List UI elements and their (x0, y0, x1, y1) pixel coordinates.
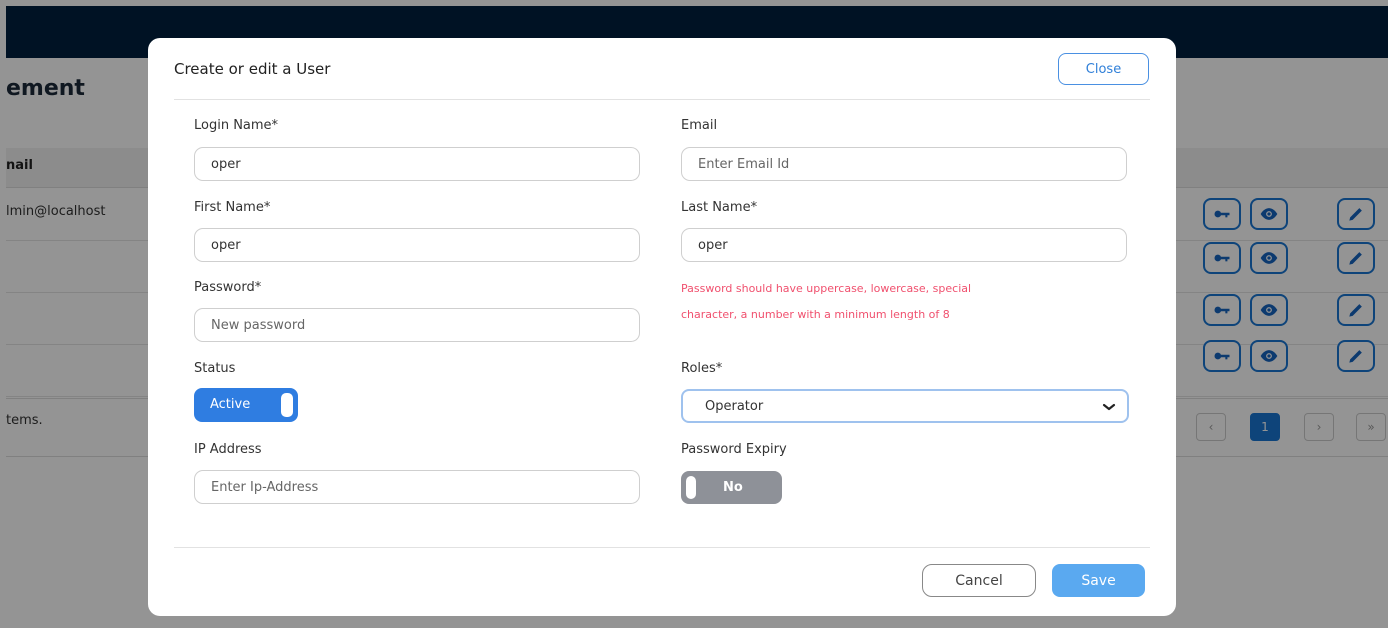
roles-label: Roles* (681, 361, 723, 376)
login-name-input[interactable] (194, 147, 640, 181)
roles-selected-value: Operator (705, 399, 764, 414)
page: ement nail lmin@localhost tems. ‹ 1 › » … (0, 0, 1388, 628)
ip-address-input[interactable] (194, 470, 640, 504)
chevron-down-icon (1102, 403, 1116, 411)
password-hint-line-1: Password should have uppercase, lowercas… (681, 282, 972, 295)
user-edit-modal: Create or edit a User Close Login Name* … (148, 38, 1176, 616)
last-name-label: Last Name* (681, 200, 758, 215)
ip-address-label: IP Address (194, 442, 262, 457)
password-expiry-toggle-label: No (723, 480, 743, 495)
login-name-label: Login Name* (194, 118, 279, 133)
password-hint-line-2: character, a number with a minimum lengt… (681, 308, 950, 321)
status-label: Status (194, 361, 236, 376)
save-button[interactable]: Save (1052, 564, 1145, 597)
status-toggle-label: Active (210, 397, 251, 412)
roles-select[interactable]: Operator (681, 389, 1129, 423)
password-expiry-toggle[interactable]: No (681, 471, 782, 504)
first-name-label: First Name* (194, 200, 271, 215)
password-expiry-label: Password Expiry (681, 442, 787, 457)
email-label: Email (681, 118, 718, 133)
email-input[interactable] (681, 147, 1127, 181)
modal-title: Create or edit a User (174, 60, 331, 78)
password-label: Password* (194, 280, 262, 295)
close-button[interactable]: Close (1058, 53, 1149, 85)
toggle-knob (281, 393, 293, 417)
header-divider (174, 99, 1150, 100)
last-name-input[interactable] (681, 228, 1127, 262)
status-toggle[interactable]: Active (194, 388, 298, 422)
password-input[interactable] (194, 308, 640, 342)
toggle-knob (686, 476, 696, 499)
first-name-input[interactable] (194, 228, 640, 262)
footer-divider (174, 547, 1150, 548)
cancel-button[interactable]: Cancel (922, 564, 1036, 597)
